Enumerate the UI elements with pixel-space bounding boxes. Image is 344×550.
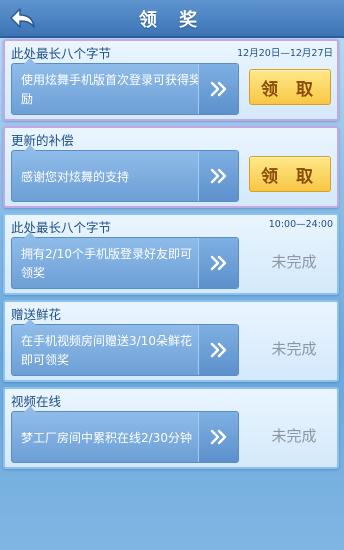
- claim-button[interactable]: 领 取: [249, 156, 331, 192]
- task-title: 更新的补偿: [11, 133, 74, 148]
- task-description: 使用炫舞手机版首次登录可获得奖励: [21, 73, 202, 106]
- task-status: 未完成: [271, 253, 317, 271]
- task-detail-button[interactable]: [198, 238, 238, 288]
- task-card: 此处最长八个字节 10:00—24:00 拥有2/10个手机版登录好友即可领奖 …: [3, 213, 339, 295]
- claim-button[interactable]: 领 取: [249, 69, 331, 105]
- task-card: 赠送鲜花 在手机视频房间赠送3/10朵鲜花即可领奖 未完成: [3, 300, 339, 382]
- task-description: 梦工厂房间中累积在线2/30分钟: [21, 430, 192, 445]
- double-chevron-right-icon: [210, 342, 226, 358]
- task-date: 12月20日—12月27日: [237, 48, 333, 59]
- task-description: 在手机视频房间赠送3/10朵鲜花即可领奖: [21, 334, 192, 367]
- task-detail-button[interactable]: [198, 325, 238, 375]
- task-card: 更新的补偿 感谢您对炫舞的支持 领 取: [3, 126, 339, 208]
- task-detail-button[interactable]: [198, 412, 238, 462]
- task-description: 拥有2/10个手机版登录好友即可领奖: [21, 247, 192, 280]
- double-chevron-right-icon: [210, 255, 226, 271]
- double-chevron-right-icon: [210, 81, 226, 97]
- page-title: 领 奖: [138, 10, 206, 31]
- task-card: 视频在线 梦工厂房间中累积在线2/30分钟 未完成: [3, 387, 339, 469]
- task-status: 未完成: [271, 427, 317, 445]
- task-description: 感谢您对炫舞的支持: [21, 169, 130, 184]
- header-bar: 领 奖: [0, 0, 344, 38]
- double-chevron-right-icon: [210, 168, 226, 184]
- task-detail-button[interactable]: [198, 64, 238, 114]
- task-title: 视频在线: [11, 394, 62, 409]
- task-description-box: 使用炫舞手机版首次登录可获得奖励: [11, 58, 239, 115]
- task-description-box: 拥有2/10个手机版登录好友即可领奖: [11, 232, 239, 289]
- task-title: 赠送鲜花: [11, 307, 62, 322]
- task-description-box: 在手机视频房间赠送3/10朵鲜花即可领奖: [11, 319, 239, 376]
- double-chevron-right-icon: [210, 429, 226, 445]
- task-status: 未完成: [271, 340, 317, 358]
- task-detail-button[interactable]: [198, 151, 238, 201]
- task-description-box: 感谢您对炫舞的支持: [11, 145, 239, 202]
- task-description-box: 梦工厂房间中累积在线2/30分钟: [11, 406, 239, 463]
- task-date: 10:00—24:00: [268, 219, 333, 230]
- task-card: 此处最长八个字节 12月20日—12月27日 使用炫舞手机版首次登录可获得奖励 …: [3, 39, 339, 121]
